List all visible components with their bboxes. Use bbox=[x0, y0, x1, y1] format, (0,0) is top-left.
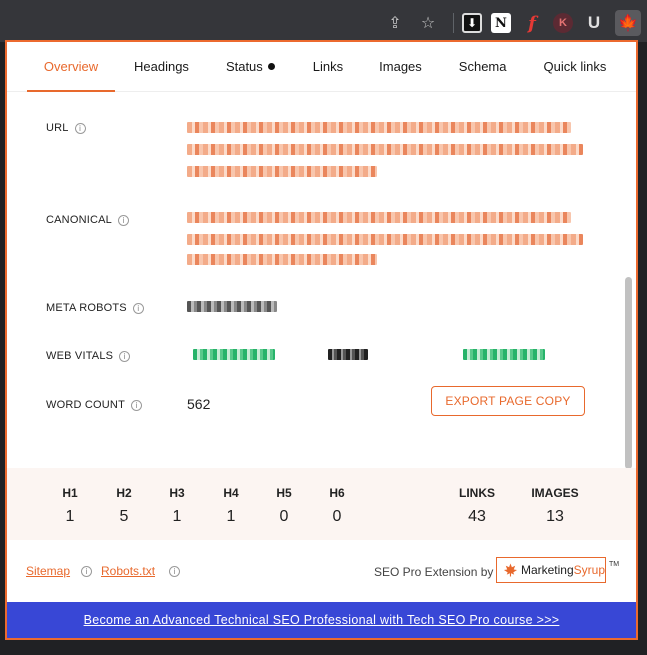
count-label: H6 bbox=[329, 486, 345, 500]
count-h3: H3 1 bbox=[164, 486, 190, 526]
tab-bar: Overview Headings Status Links Images Sc… bbox=[7, 42, 636, 92]
url-value-redacted bbox=[187, 122, 571, 133]
logo-text-syrup: Syrup bbox=[573, 563, 605, 577]
url-value-redacted bbox=[187, 166, 377, 177]
tech-seo-course-link[interactable]: Become an Advanced Technical SEO Profess… bbox=[84, 613, 560, 627]
meta-robots-value-redacted bbox=[187, 301, 277, 312]
canonical-value-redacted bbox=[187, 254, 377, 265]
count-images[interactable]: IMAGES 13 bbox=[526, 486, 584, 526]
export-page-copy-button[interactable]: EXPORT PAGE COPY bbox=[431, 386, 585, 416]
count-value: 13 bbox=[546, 508, 564, 525]
tab-schema[interactable]: Schema bbox=[459, 42, 507, 91]
count-value: 5 bbox=[119, 508, 129, 525]
u-extension-icon[interactable]: U bbox=[582, 11, 606, 35]
powered-by-text: SEO Pro Extension by bbox=[374, 565, 494, 579]
browser-toolbar: ⇪ ☆ ⬇ N f K U 🍁 bbox=[0, 0, 647, 42]
count-h2: H2 5 bbox=[111, 486, 137, 526]
url-row: URL i bbox=[46, 122, 86, 134]
tab-overview[interactable]: Overview bbox=[27, 42, 115, 92]
heading-counts: H1 1 H2 5 H3 1 H4 1 H5 0 H6 0 LINKS 43 IMAGES 13 bbox=[7, 468, 636, 540]
web-vitals-row: WEB VITALS i bbox=[46, 350, 131, 362]
count-label: H3 bbox=[169, 486, 185, 500]
tab-images[interactable]: Images bbox=[379, 42, 422, 91]
trademark-mark: TM bbox=[609, 561, 620, 568]
count-h5: H5 0 bbox=[271, 486, 297, 526]
count-links[interactable]: LINKS 43 bbox=[453, 486, 501, 526]
canonical-label: CANONICAL bbox=[46, 214, 112, 226]
count-h6: H6 0 bbox=[324, 486, 350, 526]
popup-footer: Sitemap i Robots.txt i SEO Pro Extension… bbox=[7, 540, 636, 602]
canonical-value-redacted bbox=[187, 212, 571, 223]
info-icon[interactable]: i bbox=[81, 566, 92, 577]
k-extension-icon[interactable]: K bbox=[553, 13, 573, 33]
count-value: 1 bbox=[226, 508, 236, 525]
count-label: LINKS bbox=[459, 486, 495, 500]
toolbar-icons: ⇪ ☆ ⬇ N f K U 🍁 bbox=[383, 10, 647, 36]
flash-extension-icon[interactable]: f bbox=[520, 11, 544, 35]
scrollbar-thumb[interactable] bbox=[625, 277, 632, 469]
web-vital-value-redacted bbox=[193, 349, 275, 360]
seo-pro-popup: Overview Headings Status Links Images Sc… bbox=[5, 40, 638, 640]
count-label: H4 bbox=[223, 486, 239, 500]
marketing-syrup-logo[interactable]: Marketing Syrup bbox=[496, 557, 606, 583]
url-label: URL bbox=[46, 122, 69, 134]
tab-headings[interactable]: Headings bbox=[134, 42, 189, 91]
canonical-value-redacted bbox=[187, 234, 583, 245]
count-label: H1 bbox=[62, 486, 78, 500]
tab-quick-links[interactable]: Quick links bbox=[544, 42, 607, 91]
word-count-label: WORD COUNT bbox=[46, 399, 125, 411]
info-icon[interactable]: i bbox=[74, 122, 86, 134]
info-icon[interactable]: i bbox=[131, 399, 142, 411]
status-dot-icon bbox=[267, 62, 275, 70]
seo-pro-extension-icon[interactable]: 🍁 bbox=[615, 10, 641, 36]
web-vital-value-redacted bbox=[328, 349, 368, 360]
robots-txt-link[interactable]: Robots.txt bbox=[101, 564, 155, 578]
tab-status[interactable]: Status bbox=[225, 42, 275, 91]
maple-leaf-icon bbox=[503, 563, 518, 577]
count-value: 0 bbox=[279, 508, 289, 525]
promo-banner: Become an Advanced Technical SEO Profess… bbox=[7, 602, 636, 638]
canonical-row: CANONICAL i bbox=[46, 214, 129, 226]
web-vital-value-redacted bbox=[463, 349, 545, 360]
count-h4: H4 1 bbox=[218, 486, 244, 526]
toolbar-divider bbox=[453, 13, 454, 33]
count-label: H2 bbox=[116, 486, 132, 500]
count-label: IMAGES bbox=[531, 486, 579, 500]
count-h1: H1 1 bbox=[57, 486, 83, 526]
word-count-row: WORD COUNT i bbox=[46, 399, 142, 411]
notion-extension-icon[interactable]: N bbox=[491, 13, 511, 33]
sitemap-link[interactable]: Sitemap bbox=[26, 564, 70, 578]
count-value: 1 bbox=[65, 508, 75, 525]
meta-robots-row: META ROBOTS i bbox=[46, 302, 144, 314]
tab-status-label: Status bbox=[225, 58, 263, 74]
info-icon[interactable]: i bbox=[119, 350, 131, 362]
count-value: 43 bbox=[468, 508, 486, 525]
info-icon[interactable]: i bbox=[169, 566, 180, 577]
download-extension-icon[interactable]: ⬇ bbox=[462, 13, 482, 33]
tab-links[interactable]: Links bbox=[313, 42, 343, 91]
url-value-redacted bbox=[187, 144, 583, 155]
share-icon[interactable]: ⇪ bbox=[383, 11, 407, 35]
word-count-value: 562 bbox=[187, 396, 211, 412]
logo-text-marketing: Marketing bbox=[520, 563, 574, 577]
bookmark-star-icon[interactable]: ☆ bbox=[416, 11, 440, 35]
count-label: H5 bbox=[276, 486, 292, 500]
count-value: 0 bbox=[332, 508, 342, 525]
web-vitals-label: WEB VITALS bbox=[46, 350, 114, 362]
meta-robots-label: META ROBOTS bbox=[46, 302, 127, 314]
info-icon[interactable]: i bbox=[132, 302, 144, 314]
info-icon[interactable]: i bbox=[117, 214, 129, 226]
count-value: 1 bbox=[172, 508, 182, 525]
